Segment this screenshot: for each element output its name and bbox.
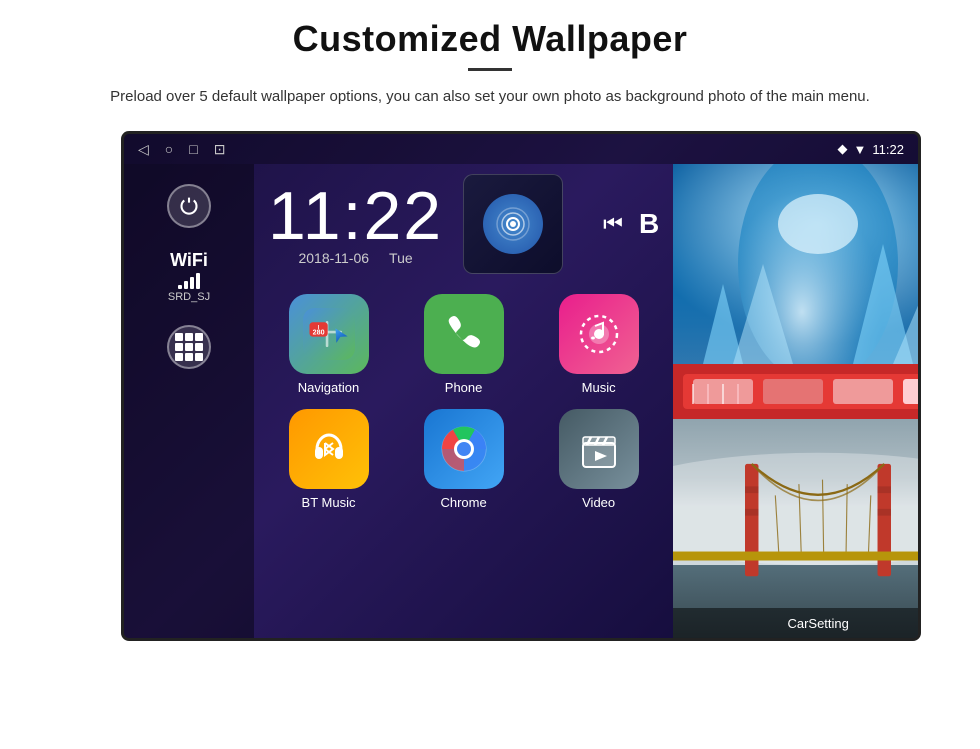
- wifi-ssid: SRD_SJ: [168, 291, 210, 303]
- wallpaper-preview-pink[interactable]: [673, 364, 921, 419]
- media-widget: [463, 174, 563, 274]
- carsetting-overlay: CarSetting: [673, 608, 921, 638]
- device-wrapper: ◁ ○ □ ⊡ ◆ ▼ 11:22: [85, 131, 895, 651]
- video-label: Video: [582, 495, 615, 510]
- next-letter-button[interactable]: B: [639, 208, 659, 240]
- video-icon: [559, 409, 639, 489]
- status-bar-right: ◆ ▼ 11:22: [838, 141, 904, 157]
- recent-nav-icon[interactable]: □: [189, 141, 197, 157]
- carsetting-label: CarSetting: [787, 616, 848, 631]
- prev-track-button[interactable]: ⏮: [603, 211, 623, 237]
- status-time: 11:22: [872, 142, 904, 157]
- wifi-signal-icon: ▼: [854, 142, 867, 157]
- clock-date: 2018-11-06 Tue: [298, 250, 412, 266]
- device-screen: ◁ ○ □ ⊡ ◆ ▼ 11:22: [121, 131, 921, 641]
- wifi-info: WiFi SRD_SJ: [168, 250, 210, 303]
- wifi-bar-1: [178, 285, 182, 289]
- wallpaper-preview-ice[interactable]: [673, 164, 921, 364]
- home-nav-icon[interactable]: ○: [165, 141, 173, 157]
- wifi-bar-4: [196, 273, 200, 289]
- bt-music-label: BT Music: [302, 495, 356, 510]
- app-grid: I 280: [268, 294, 659, 510]
- apps-grid-icon: [175, 333, 203, 361]
- music-label: Music: [582, 380, 616, 395]
- back-nav-icon[interactable]: ◁: [138, 141, 149, 158]
- app-item-chrome[interactable]: Chrome: [403, 409, 524, 510]
- clock-area: 11:22 2018-11-06 Tue: [268, 174, 659, 274]
- clock-section: 11:22 2018-11-06 Tue: [268, 182, 443, 266]
- phone-icon: [424, 294, 504, 374]
- media-controls: ⏮ B: [603, 208, 659, 240]
- wifi-label: WiFi: [170, 250, 208, 271]
- music-icon: [559, 294, 639, 374]
- wallpaper-preview-bridge[interactable]: CarSetting: [673, 419, 921, 638]
- navigation-label: Navigation: [298, 380, 359, 395]
- chrome-label: Chrome: [440, 495, 486, 510]
- svg-text:280: 280: [312, 329, 324, 337]
- status-bar-left: ◁ ○ □ ⊡: [138, 141, 225, 158]
- location-icon: ◆: [838, 141, 848, 157]
- bt-music-icon: [289, 409, 369, 489]
- screenshot-nav-icon[interactable]: ⊡: [214, 141, 226, 158]
- app-item-phone[interactable]: Phone: [403, 294, 524, 395]
- main-content: WiFi SRD_SJ: [124, 164, 918, 638]
- chrome-icon: [424, 409, 504, 489]
- right-panel: CarSetting: [673, 164, 921, 638]
- app-item-video[interactable]: Video: [538, 409, 659, 510]
- app-item-navigation[interactable]: I 280: [268, 294, 389, 395]
- wifi-bars: [178, 273, 200, 289]
- navigation-icon: I 280: [289, 294, 369, 374]
- status-bar: ◁ ○ □ ⊡ ◆ ▼ 11:22: [124, 134, 918, 164]
- page-description: Preload over 5 default wallpaper options…: [110, 85, 870, 109]
- center-area: 11:22 2018-11-06 Tue: [254, 164, 673, 638]
- phone-label: Phone: [445, 380, 483, 395]
- clock-date-value: 2018-11-06: [298, 250, 369, 266]
- wifi-bar-3: [190, 277, 194, 289]
- clock-day-value: Tue: [389, 250, 413, 266]
- sidebar: WiFi SRD_SJ: [124, 164, 254, 638]
- title-divider: [468, 68, 512, 71]
- media-icon: [483, 194, 543, 254]
- apps-button[interactable]: [167, 325, 211, 369]
- page-title: Customized Wallpaper: [293, 18, 688, 60]
- clock-time: 11:22: [268, 182, 443, 250]
- ice-cave-visual: [673, 164, 921, 364]
- wifi-bar-2: [184, 281, 188, 289]
- app-item-bt-music[interactable]: BT Music: [268, 409, 389, 510]
- app-item-music[interactable]: Music: [538, 294, 659, 395]
- power-button[interactable]: [167, 184, 211, 228]
